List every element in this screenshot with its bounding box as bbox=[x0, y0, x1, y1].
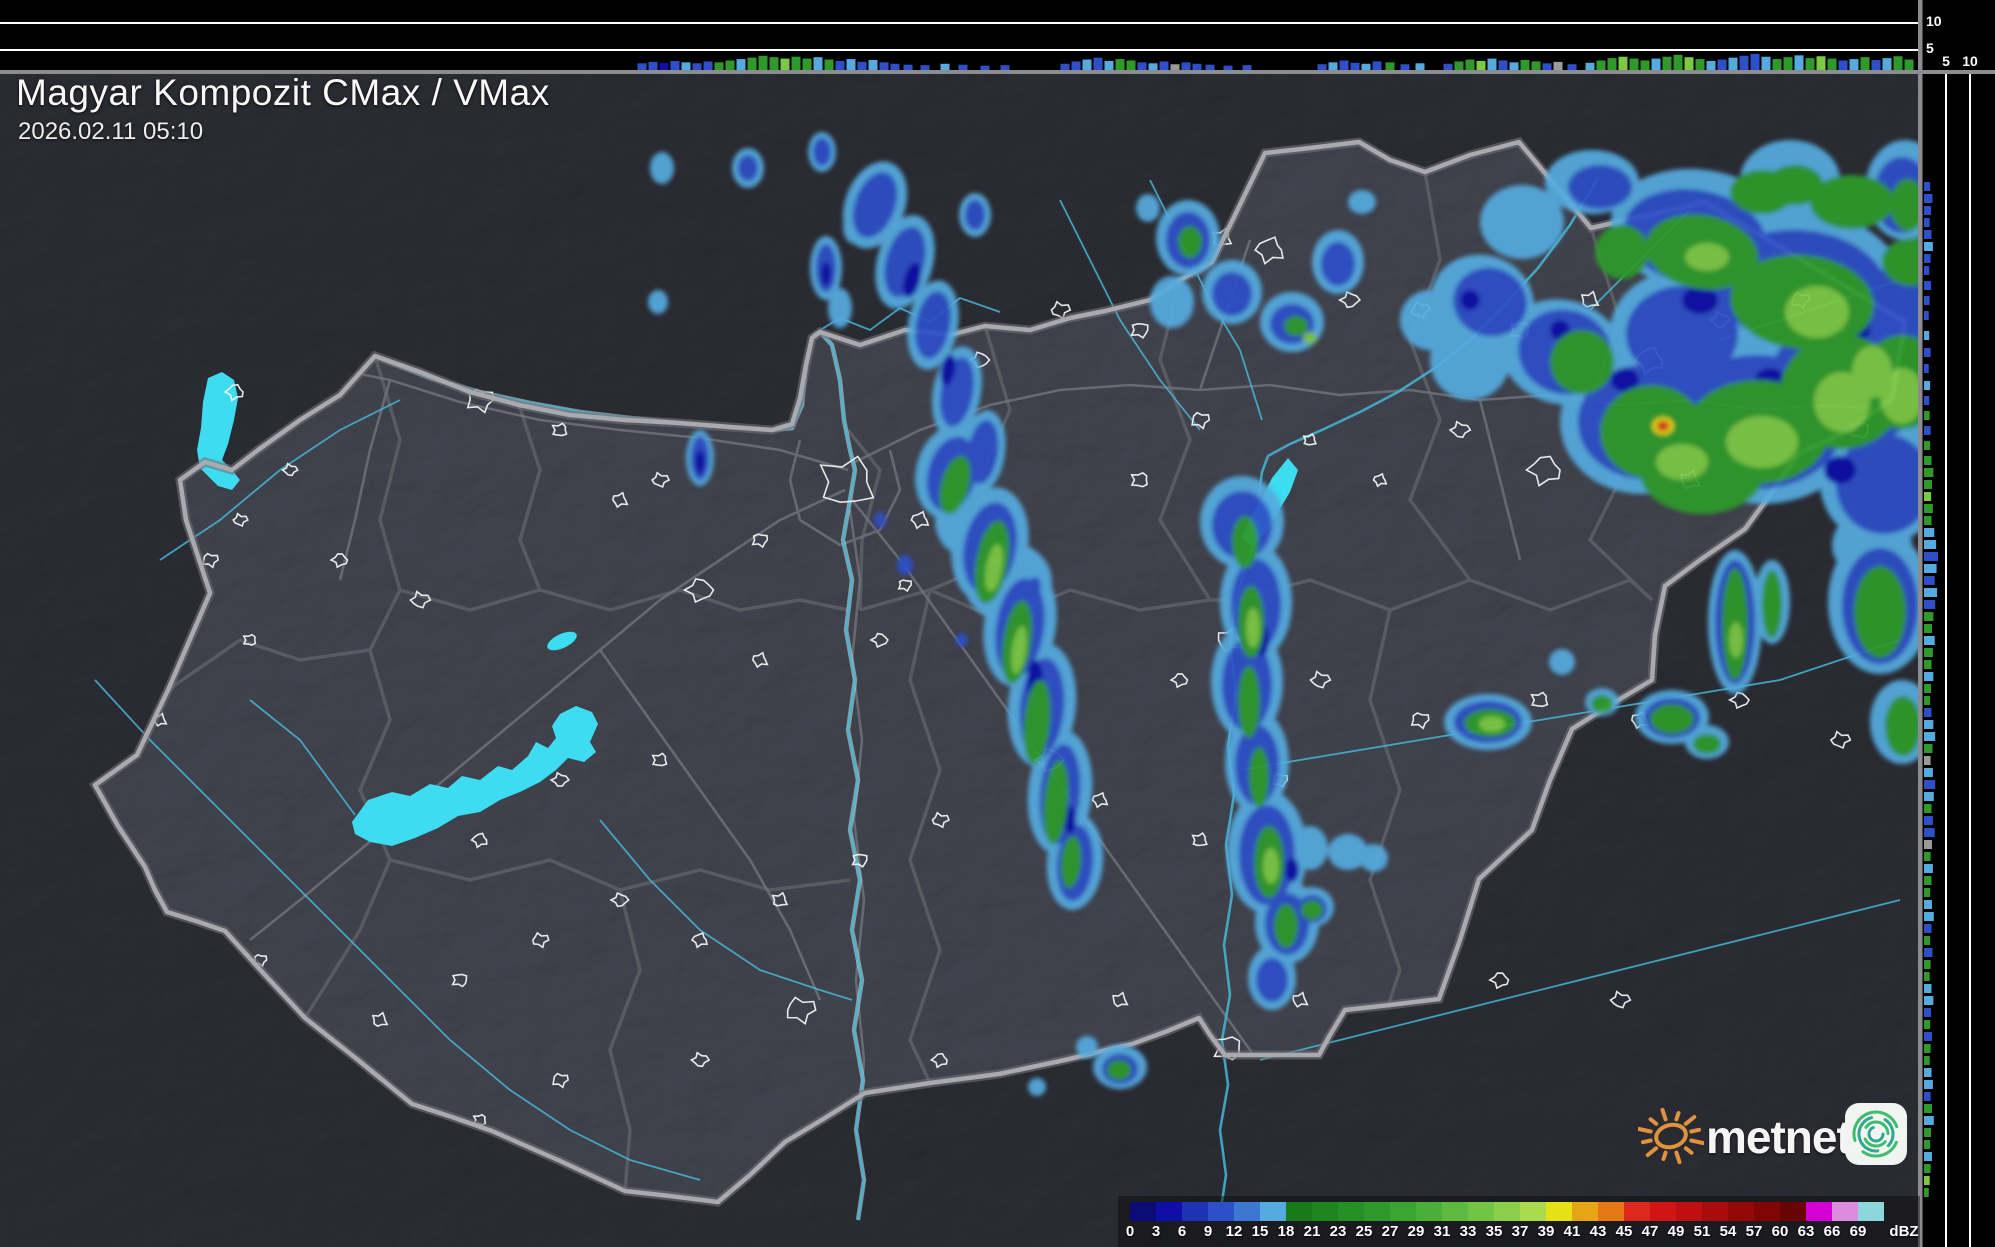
colorbar-segment bbox=[1494, 1202, 1520, 1221]
colorbar-segment bbox=[1156, 1202, 1182, 1221]
colorbar-segment bbox=[1780, 1202, 1806, 1221]
reflectivity-colorbar: 0 3 6 9 12 15 18 21 23 25 27 29 31 33 35 37 39 41 43 45 47 49… bbox=[1118, 1196, 1920, 1247]
colorbar-segment bbox=[1208, 1202, 1234, 1221]
right-axis-label-10km: 10 bbox=[1962, 53, 1978, 69]
colorbar-segment bbox=[1728, 1202, 1754, 1221]
colorbar-tick-label: 66 bbox=[1823, 1223, 1841, 1240]
metnet-app-icon bbox=[1845, 1103, 1907, 1165]
colorbar-segment bbox=[1806, 1202, 1832, 1221]
colorbar-tick-label: 51 bbox=[1693, 1223, 1711, 1240]
colorbar-tick-label: 9 bbox=[1203, 1223, 1213, 1240]
colorbar-segment bbox=[1546, 1202, 1572, 1221]
colorbar-segment bbox=[1858, 1202, 1884, 1221]
vertical-separator bbox=[1918, 0, 1923, 1247]
colorbar-tick-label: 18 bbox=[1277, 1223, 1295, 1240]
colorbar-tick-label: 37 bbox=[1511, 1223, 1529, 1240]
colorbar-segment bbox=[1468, 1202, 1494, 1221]
colorbar-segment bbox=[1312, 1202, 1338, 1221]
colorbar-segment bbox=[1832, 1202, 1858, 1221]
colorbar-segment bbox=[1702, 1202, 1728, 1221]
colorbar-tick-label: 21 bbox=[1303, 1223, 1321, 1240]
map-layer bbox=[0, 74, 1918, 1247]
colorbar-segment bbox=[1572, 1202, 1598, 1221]
colorbar-segment bbox=[1182, 1202, 1208, 1221]
sun-icon bbox=[1638, 1107, 1704, 1165]
colorbar-tick-label: 15 bbox=[1251, 1223, 1269, 1240]
metnet-logo: metnet bbox=[1638, 1096, 1914, 1174]
colorbar-tick-label: 0 bbox=[1125, 1223, 1135, 1240]
colorbar-segment bbox=[1676, 1202, 1702, 1221]
colorbar-tick-label: 6 bbox=[1177, 1223, 1187, 1240]
radar-scene bbox=[0, 0, 1995, 1247]
colorbar-tick-label: 35 bbox=[1485, 1223, 1503, 1240]
colorbar-segment bbox=[1338, 1202, 1364, 1221]
page-title: Magyar Kompozit CMax / VMax bbox=[16, 72, 550, 113]
colorbar-tick-label: 3 bbox=[1151, 1223, 1161, 1240]
colorbar-tick-label: 29 bbox=[1407, 1223, 1425, 1240]
colorbar-tick-label: 12 bbox=[1225, 1223, 1243, 1240]
colorbar-tick-label: 54 bbox=[1719, 1223, 1737, 1240]
colorbar-tick-label: 31 bbox=[1433, 1223, 1451, 1240]
colorbar-segment bbox=[1260, 1202, 1286, 1221]
colorbar-segment bbox=[1624, 1202, 1650, 1221]
colorbar-segment bbox=[1754, 1202, 1780, 1221]
colorbar-tick-label: 27 bbox=[1381, 1223, 1399, 1240]
colorbar-tick-label: 39 bbox=[1537, 1223, 1555, 1240]
logo-text: metnet bbox=[1706, 1111, 1852, 1163]
colorbar-segment bbox=[1598, 1202, 1624, 1221]
colorbar-segment bbox=[1234, 1202, 1260, 1221]
colorbar-tick-label: 41 bbox=[1563, 1223, 1581, 1240]
colorbar-segment bbox=[1130, 1202, 1156, 1221]
right-axis-label-5km: 5 bbox=[1942, 53, 1950, 69]
colorbar-tick-label: 25 bbox=[1355, 1223, 1373, 1240]
colorbar-segment bbox=[1390, 1202, 1416, 1221]
timestamp: 2026.02.11 05:10 bbox=[18, 118, 204, 145]
colorbar-unit: dBZ bbox=[1889, 1223, 1919, 1240]
colorbar-tick-label: 49 bbox=[1667, 1223, 1685, 1240]
colorbar-segment bbox=[1442, 1202, 1468, 1221]
colorbar-segment bbox=[1364, 1202, 1390, 1221]
top-axis-label-10km: 10 bbox=[1926, 13, 1942, 29]
colorbar-tick-label: 57 bbox=[1745, 1223, 1763, 1240]
colorbar-segment bbox=[1286, 1202, 1312, 1221]
colorbar-tick-label: 23 bbox=[1329, 1223, 1347, 1240]
colorbar-tick-label: 60 bbox=[1771, 1223, 1789, 1240]
radar-product: Magyar Kompozit CMax / VMax 2026.02.11 0… bbox=[0, 0, 1995, 1247]
colorbar-segment bbox=[1650, 1202, 1676, 1221]
colorbar-tick-label: 63 bbox=[1797, 1223, 1815, 1240]
colorbar-segment bbox=[1520, 1202, 1546, 1221]
colorbar-blocks bbox=[1130, 1202, 1884, 1221]
top-axis-label-5km: 5 bbox=[1926, 40, 1934, 56]
colorbar-tick-label: 43 bbox=[1589, 1223, 1607, 1240]
colorbar-segment bbox=[1416, 1202, 1442, 1221]
colorbar-tick-label: 69 bbox=[1849, 1223, 1867, 1240]
colorbar-tick-label: 47 bbox=[1641, 1223, 1659, 1240]
colorbar-tick-label: 45 bbox=[1615, 1223, 1633, 1240]
colorbar-tick-label: 33 bbox=[1459, 1223, 1477, 1240]
